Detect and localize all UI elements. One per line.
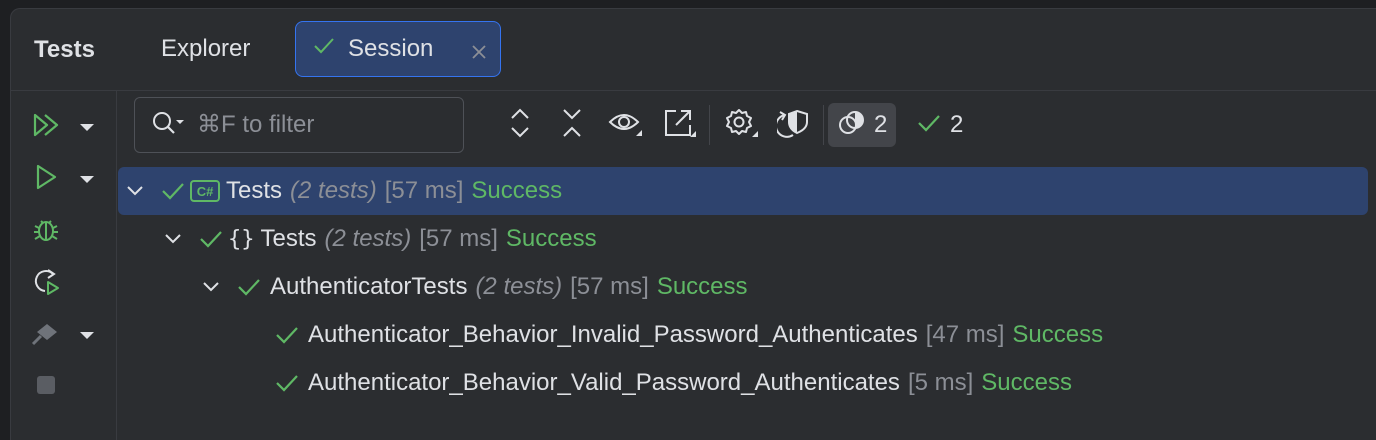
coverage-icon — [31, 318, 61, 353]
chevron-down-icon[interactable] — [160, 233, 186, 245]
tree-node-test[interactable]: Authenticator_Behavior_Valid_Password_Au… — [118, 359, 1368, 407]
check-icon — [158, 180, 188, 202]
check-icon — [916, 111, 942, 140]
export-icon — [662, 107, 698, 144]
show-button[interactable] — [606, 105, 646, 145]
stop-icon — [31, 370, 61, 405]
chevron-down-icon[interactable] — [198, 281, 224, 293]
chevron-down-icon[interactable] — [122, 185, 148, 197]
filter-circles-icon — [838, 109, 866, 142]
node-status: Success — [1012, 321, 1104, 348]
tests-toolbar: 2 2 — [118, 91, 1376, 161]
toolbar-divider — [709, 105, 710, 145]
rerun-button[interactable] — [31, 265, 101, 301]
node-duration: [47 ms] — [925, 321, 1005, 348]
filter-search[interactable] — [134, 97, 464, 153]
expand-all-icon — [508, 107, 532, 144]
collapse-all-button[interactable] — [552, 105, 592, 145]
node-name: Authenticator_Behavior_Valid_Password_Au… — [308, 369, 900, 396]
passed-count-value: 2 — [950, 111, 964, 138]
node-test-count: (2 tests) — [475, 273, 563, 300]
check-icon — [272, 372, 302, 394]
node-name: Authenticator_Behavior_Invalid_Password_… — [308, 321, 918, 348]
node-duration: [57 ms] — [419, 225, 498, 252]
rerun-failed-button[interactable] — [774, 105, 814, 145]
tree-node-namespace[interactable]: {} Tests (2 tests) [57 ms] Success — [118, 215, 1368, 263]
check-icon — [272, 324, 302, 346]
action-gutter — [11, 91, 117, 440]
chevron-down-icon[interactable] — [79, 173, 95, 191]
rerun-shield-icon — [774, 107, 811, 144]
test-results-tree: C# Tests (2 tests) [57 ms] Success {} Te… — [118, 167, 1368, 407]
passed-count[interactable]: 2 — [916, 103, 963, 147]
chevron-down-icon[interactable] — [79, 121, 95, 139]
csharp-project-icon: C# — [190, 180, 220, 202]
run-all-button[interactable] — [31, 109, 101, 145]
run-icon — [31, 162, 61, 197]
expand-all-button[interactable] — [500, 105, 540, 145]
node-duration: [57 ms] — [384, 177, 464, 204]
check-icon — [234, 276, 264, 298]
tree-node-project[interactable]: C# Tests (2 tests) [57 ms] Success — [118, 167, 1368, 215]
tab-explorer[interactable]: Explorer — [161, 21, 250, 77]
node-duration: [5 ms] — [907, 369, 974, 396]
run-button[interactable] — [31, 161, 101, 197]
eye-icon — [608, 108, 644, 143]
close-icon[interactable] — [470, 40, 488, 68]
filter-toggle-button[interactable]: 2 — [828, 103, 896, 147]
collapse-all-icon — [560, 107, 584, 144]
debug-button[interactable] — [31, 213, 101, 249]
node-name: Tests — [260, 225, 317, 252]
toolbar-divider — [823, 105, 824, 145]
filter-badge-count: 2 — [874, 111, 888, 138]
export-button[interactable] — [660, 105, 700, 145]
panel-title: Tests — [34, 36, 95, 63]
check-icon — [196, 228, 226, 250]
run-all-icon — [31, 110, 61, 145]
test-runner-panel: Tests Explorer Session ⌘F to filter 2 2 … — [10, 8, 1376, 440]
node-test-count: (2 tests) — [324, 225, 412, 252]
node-status: Success — [505, 225, 597, 252]
node-duration: [57 ms] — [570, 273, 649, 300]
check-icon — [312, 34, 336, 65]
debug-icon — [31, 214, 61, 249]
tree-node-test[interactable]: Authenticator_Behavior_Invalid_Password_… — [118, 311, 1368, 359]
chevron-down-icon[interactable] — [79, 329, 95, 347]
node-status: Success — [981, 369, 1072, 396]
tab-explorer-label: Explorer — [161, 35, 251, 62]
rerun-icon — [31, 266, 61, 301]
settings-button[interactable] — [722, 105, 762, 145]
node-name: Tests — [226, 177, 283, 204]
coverage-button[interactable] — [31, 317, 101, 353]
node-test-count: (2 tests) — [290, 177, 377, 204]
search-input[interactable] — [197, 111, 437, 139]
tab-session[interactable]: Session — [295, 21, 501, 77]
node-status: Success — [471, 177, 563, 204]
tree-node-class[interactable]: AuthenticatorTests (2 tests) [57 ms] Suc… — [118, 263, 1368, 311]
search-icon[interactable] — [151, 110, 185, 141]
tab-session-label: Session — [348, 35, 434, 62]
node-status: Success — [656, 273, 748, 300]
stop-button[interactable] — [31, 369, 101, 405]
tab-bar: Tests Explorer Session — [11, 9, 1376, 91]
node-name: AuthenticatorTests — [270, 273, 468, 300]
namespace-icon: {} — [228, 226, 255, 252]
gear-icon — [724, 107, 760, 144]
